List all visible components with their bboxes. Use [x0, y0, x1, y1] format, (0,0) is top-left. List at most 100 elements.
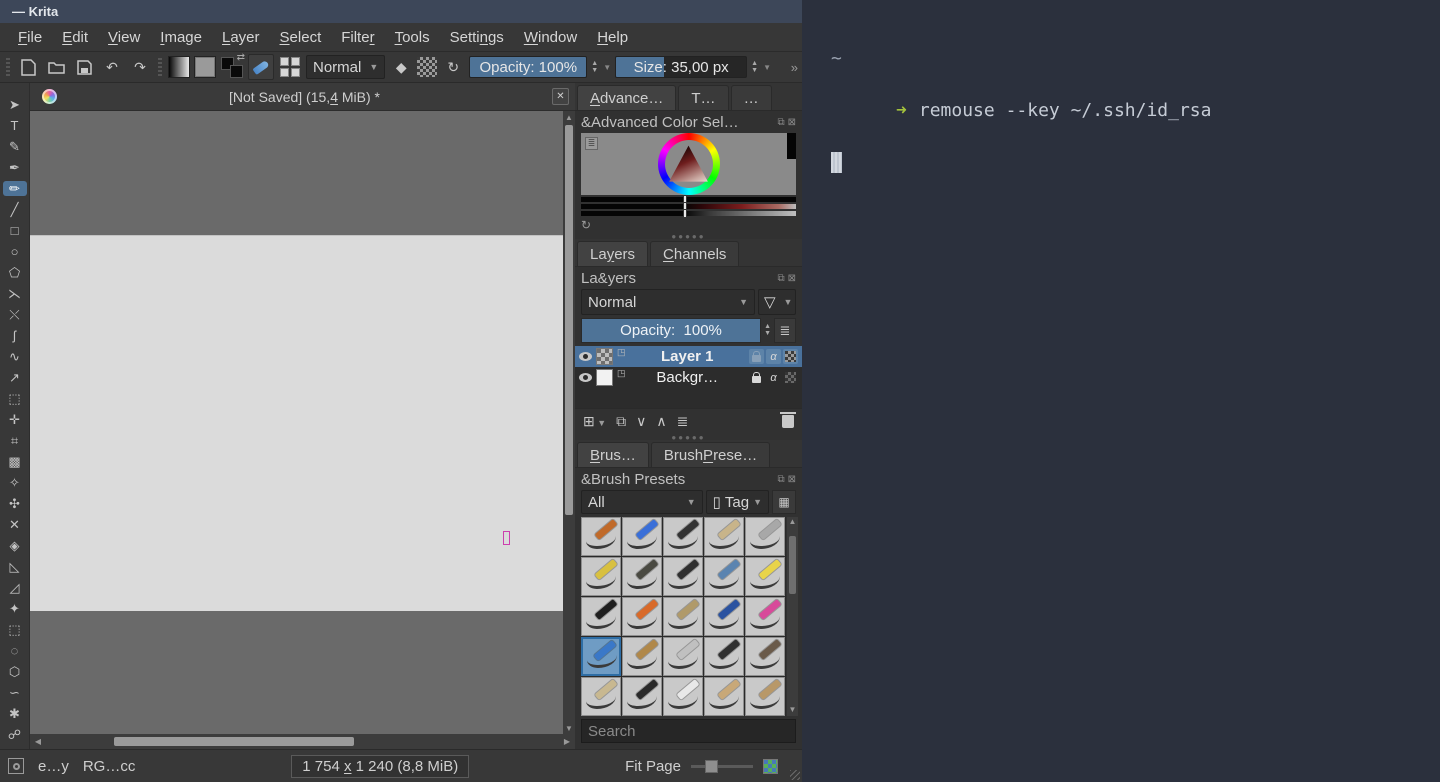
text-tool[interactable]: T: [3, 118, 27, 133]
pin-tool[interactable]: ✦: [3, 601, 27, 616]
toolbar-overflow-button[interactable]: »: [791, 60, 798, 75]
canvas-vertical-scrollbar[interactable]: ▲ ▼: [563, 111, 575, 734]
brush-preset[interactable]: [581, 517, 621, 556]
layer-properties-button[interactable]: ≣: [677, 413, 689, 430]
brush-presets-header[interactable]: &Brush Presets ⧉ ⊠: [575, 468, 802, 490]
scroll-left-icon[interactable]: ◀: [32, 737, 44, 746]
brush-preset[interactable]: [704, 557, 744, 596]
open-document-button[interactable]: [44, 55, 68, 79]
toolbar-grip[interactable]: [6, 58, 10, 76]
tab-advanced-color-selector[interactable]: Advance…: [577, 85, 676, 110]
brush-preset[interactable]: [745, 677, 785, 716]
menu-view[interactable]: View: [98, 29, 150, 46]
layer-alpha-badge[interactable]: α: [766, 370, 781, 385]
window-resize-grip[interactable]: [790, 770, 800, 780]
brush-preset[interactable]: [622, 517, 662, 556]
calligraphy-tool[interactable]: ✒: [3, 160, 27, 175]
brush-size-slider[interactable]: Size: 35,00 px: [615, 56, 747, 78]
tab-touch-docker[interactable]: T…: [678, 85, 728, 110]
scroll-up-icon[interactable]: ▲: [565, 111, 573, 123]
menu-tools[interactable]: Tools: [385, 29, 440, 46]
edit-shapes-tool[interactable]: ✎: [3, 139, 27, 154]
background-color-swatch[interactable]: [230, 65, 243, 78]
swap-colors-icon[interactable]: ⇄: [237, 52, 245, 63]
smart-patch-tool[interactable]: ✣: [3, 496, 27, 511]
selector-settings-icon[interactable]: ≣: [585, 137, 598, 150]
color-sampler-tool[interactable]: ✧: [3, 475, 27, 490]
shape-select-tool[interactable]: ➤: [3, 97, 27, 112]
menu-settings[interactable]: Settings: [440, 29, 514, 46]
menu-file[interactable]: File: [8, 29, 52, 46]
brush-preset[interactable]: [663, 597, 703, 636]
preset-filter-dropdown[interactable]: All ▼: [581, 490, 703, 514]
blend-mode-dropdown[interactable]: Normal ▼: [306, 55, 385, 79]
rect-select-tool[interactable]: ⬚: [3, 622, 27, 637]
eraser-mode-button[interactable]: ◆: [389, 55, 413, 79]
brush-preset[interactable]: [663, 517, 703, 556]
assistants-tool[interactable]: ◺: [3, 559, 27, 574]
polyline-tool[interactable]: ⋋: [3, 286, 27, 301]
add-layer-button[interactable]: ⊞ ▼: [583, 413, 606, 430]
layer-lock-badge[interactable]: [749, 349, 764, 364]
polygon-select-tool[interactable]: ⬡: [3, 664, 27, 679]
freehand-path-tool[interactable]: ʃ: [3, 328, 27, 343]
layer-opacity-spinner[interactable]: ▲▼: [764, 324, 771, 337]
preset-search-input[interactable]: Search: [581, 719, 796, 743]
advanced-color-selector-header[interactable]: &Advanced Color Sel… ⧉ ⊠: [575, 111, 802, 133]
magnetic-select-tool[interactable]: ☍: [3, 727, 27, 742]
measure-tool[interactable]: ✕: [3, 517, 27, 532]
delete-layer-button[interactable]: [782, 415, 794, 428]
close-docker-icon[interactable]: ⊠: [788, 273, 796, 284]
brush-preset[interactable]: [745, 517, 785, 556]
brush-preset[interactable]: [581, 637, 621, 676]
transform-tool[interactable]: ⬚: [3, 391, 27, 406]
chevron-down-icon[interactable]: ▼: [603, 63, 611, 72]
brush-preset[interactable]: [704, 637, 744, 676]
tab-channels[interactable]: Channels: [650, 241, 739, 266]
preset-scroll-thumb[interactable]: [789, 536, 796, 594]
menu-image[interactable]: Image: [150, 29, 212, 46]
size-spinner[interactable]: ▲▼: [751, 61, 758, 74]
freehand-brush-tool[interactable]: ✏: [3, 181, 27, 196]
brush-preset[interactable]: [581, 557, 621, 596]
window-titlebar[interactable]: — Krita: [0, 0, 802, 23]
layer-filter-button[interactable]: ▽ ▼: [758, 289, 796, 315]
scroll-down-icon[interactable]: ▼: [565, 722, 573, 734]
refresh-colors-icon[interactable]: ↻: [581, 218, 591, 232]
reload-preset-button[interactable]: ↻: [441, 55, 465, 79]
layer-lock-badge[interactable]: [749, 370, 764, 385]
new-document-button[interactable]: [16, 55, 40, 79]
toolbar-grip[interactable]: [158, 58, 162, 76]
brush-preset[interactable]: [704, 677, 744, 716]
brush-preset[interactable]: [663, 677, 703, 716]
history-bar[interactable]: [581, 197, 796, 202]
pattern-chooser-button[interactable]: [194, 56, 216, 78]
selection-display-mode-button[interactable]: [8, 758, 24, 774]
bezier-curve-tool[interactable]: ⤬: [3, 307, 27, 322]
brush-preset[interactable]: [622, 597, 662, 636]
brush-preset[interactable]: [704, 597, 744, 636]
preset-view-mode-button[interactable]: ▦: [772, 490, 796, 514]
layers-docker-header[interactable]: La&yers ⧉ ⊠: [575, 267, 802, 289]
menu-window[interactable]: Window: [514, 29, 587, 46]
zoom-mode-label[interactable]: Fit Page: [625, 758, 681, 775]
brush-preset[interactable]: [581, 677, 621, 716]
scroll-down-icon[interactable]: ▼: [789, 705, 797, 716]
opacity-spinner[interactable]: ▲▼: [591, 61, 598, 74]
horizontal-scroll-thumb[interactable]: [114, 737, 354, 746]
rectangle-tool[interactable]: □: [3, 223, 27, 238]
menu-help[interactable]: Help: [587, 29, 638, 46]
document-page[interactable]: [30, 235, 563, 611]
menu-filter[interactable]: Filter: [331, 29, 384, 46]
brush-preset[interactable]: [704, 517, 744, 556]
history-bar[interactable]: [581, 204, 796, 209]
preserve-alpha-button[interactable]: [417, 57, 437, 77]
advanced-color-selector[interactable]: ≣: [581, 133, 796, 195]
float-docker-icon[interactable]: ⧉: [777, 117, 784, 128]
layer-alpha-badge[interactable]: α: [766, 349, 781, 364]
crop-tool[interactable]: ⌗: [3, 433, 27, 448]
preset-grid-scrollbar[interactable]: ▲ ▼: [787, 517, 798, 716]
layer-visibility-icon[interactable]: [579, 373, 592, 382]
layer-visibility-icon[interactable]: [579, 352, 592, 361]
close-docker-icon[interactable]: ⊠: [788, 474, 796, 485]
